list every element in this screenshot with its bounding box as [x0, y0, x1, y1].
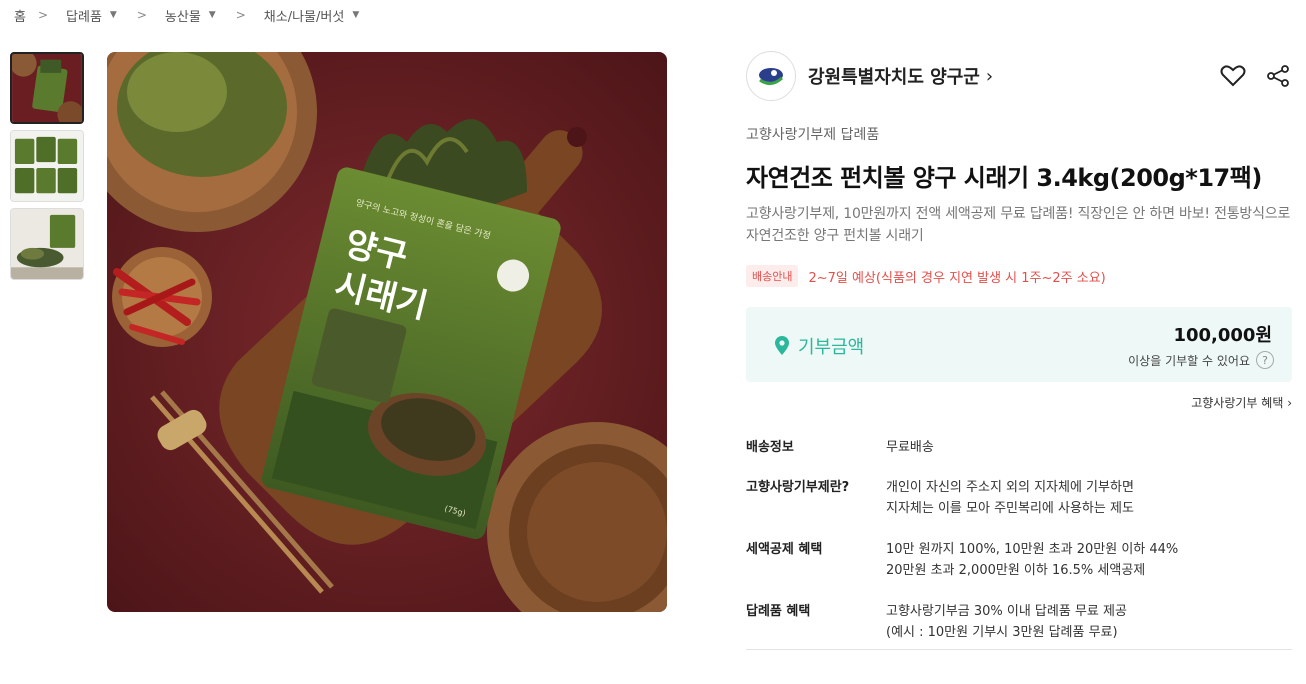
product-photo: 양구의 노고와 정성이 혼을 담은 가정 양구 시래기 (75g) [107, 52, 667, 612]
donation-amount: 100,000원 [1173, 325, 1272, 346]
info-row-definition: 고향사랑기부제란? 개인이 자신의 주소지 외의 지자체에 기부하면 지자체는 … [746, 477, 1292, 539]
divider [746, 649, 1292, 650]
info-key: 세액공제 혜택 [746, 542, 823, 557]
chevron-right-icon: › [1287, 396, 1292, 410]
seller-header: 강원특별자치도 양구군 › [746, 50, 1292, 102]
product-category: 고향사랑기부제 답례품 [746, 127, 880, 143]
info-key: 고향사랑기부제란? [746, 480, 850, 495]
shipping-notice: 배송안내 2~7일 예상(식품의 경우 지연 발생 시 1주~2주 소요) [746, 265, 1292, 287]
info-row-tax-benefit: 세액공제 혜택 10만 원까지 100%, 10만원 초과 20만원 이하 44… [746, 539, 1292, 601]
chevron-right-icon: › [985, 65, 994, 87]
region-logo-icon [759, 68, 784, 85]
breadcrumb: 홈 > 답례품 ▼ > 농산물 ▼ > 채소/나물/버섯 ▼ [14, 6, 379, 25]
breadcrumb-level3-label: 채소/나물/버섯 [263, 9, 345, 25]
donation-label: 기부금액 [774, 333, 864, 359]
info-value: 10만 원까지 100%, 10만원 초과 20만원 이하 44% 20만원 초… [886, 539, 1178, 601]
location-pin-icon [775, 336, 789, 355]
thumbnail-list [10, 52, 84, 286]
product-actions [1220, 64, 1290, 88]
donation-benefit-link[interactable]: 고향사랑기부 혜택 › [746, 394, 1292, 411]
product-thumbnail-image [11, 131, 83, 201]
donation-benefit-link-label: 고향사랑기부 혜택 [1191, 396, 1284, 410]
product-thumbnail-image [11, 209, 83, 279]
info-key: 배송정보 [746, 440, 794, 455]
caret-down-icon: ▼ [109, 10, 117, 20]
donation-box: 기부금액 100,000원 이상을 기부할 수 있어요 ? [746, 307, 1292, 382]
info-row-shipping: 배송정보 무료배송 [746, 437, 1292, 477]
seller-logo[interactable] [746, 51, 796, 101]
info-value-line: 지자체는 이를 모아 주민복리에 사용하는 제도 [886, 501, 1134, 516]
product-thumbnail-image [12, 54, 82, 122]
info-value-line: 무료배송 [886, 440, 934, 455]
heart-icon[interactable] [1220, 64, 1246, 88]
breadcrumb-level3[interactable]: 채소/나물/버섯 ▼ [264, 6, 379, 25]
product-description: 고향사랑기부제, 10만원까지 전액 세액공제 무료 답례품! 직장인은 안 하… [746, 206, 1291, 244]
breadcrumb-level2-label: 농산물 [164, 9, 201, 25]
info-value-line: 20만원 초과 2,000만원 이하 16.5% 세액공제 [886, 563, 1146, 578]
product-main-image: 양구의 노고와 정성이 혼을 담은 가정 양구 시래기 (75g) [107, 52, 667, 612]
caret-down-icon: ▼ [352, 10, 360, 20]
breadcrumb-home[interactable]: 홈 [14, 6, 26, 25]
info-table: 배송정보 무료배송 고향사랑기부제란? 개인이 자신의 주소지 외의 지자체에 … [746, 437, 1292, 650]
share-icon[interactable] [1266, 64, 1290, 88]
chevron-right-icon: > [37, 8, 49, 22]
product-title: 자연건조 펀치볼 양구 시래기 3.4kg(200g*17팩) [746, 164, 1262, 192]
info-row-gift-benefit: 답례품 혜택 고향사랑기부금 30% 이내 답례품 무료 제공 (예시 : 10… [746, 601, 1292, 643]
donation-label-text: 기부금액 [798, 337, 865, 358]
info-value-line: 고향사랑기부금 30% 이내 답례품 무료 제공 [886, 604, 1127, 619]
info-value-line: 10만 원까지 100%, 10만원 초과 20만원 이하 44% [886, 542, 1179, 557]
caret-down-icon: ▼ [208, 10, 216, 20]
help-icon[interactable]: ? [1256, 351, 1274, 369]
info-value-line: 개인이 자신의 주소지 외의 지자체에 기부하면 [886, 480, 1134, 495]
chevron-right-icon: > [136, 8, 147, 22]
donation-note: 이상을 기부할 수 있어요 ? [1128, 351, 1274, 369]
info-key: 답례품 혜택 [746, 604, 811, 619]
shipping-badge: 배송안내 [746, 265, 799, 287]
thumbnail-3[interactable] [10, 208, 84, 280]
breadcrumb-level1[interactable]: 답례품 ▼ [66, 6, 137, 25]
seller-name-label: 강원특별자치도 양구군 [808, 67, 980, 88]
shipping-text: 2~7일 예상(식품의 경우 지연 발생 시 1주~2주 소요) [808, 270, 1106, 286]
donation-note-text: 이상을 기부할 수 있어요 [1128, 353, 1250, 368]
breadcrumb-level1-label: 답례품 [66, 9, 102, 25]
thumbnail-1[interactable] [10, 52, 84, 124]
chevron-right-icon: > [235, 8, 246, 22]
thumbnail-2[interactable] [10, 130, 84, 202]
info-value: 고향사랑기부금 30% 이내 답례품 무료 제공 (예시 : 10만원 기부시 … [886, 601, 1127, 643]
info-value-line: (예시 : 10만원 기부시 3만원 답례품 무료) [886, 625, 1118, 640]
breadcrumb-level2[interactable]: 농산물 ▼ [165, 6, 236, 25]
product-info-panel: 강원특별자치도 양구군 › 고향사랑기부제 답례품 자연건조 펀치볼 양구 시래… [746, 50, 1292, 650]
seller-link[interactable]: 강원특별자치도 양구군 › [808, 63, 993, 89]
info-value: 개인이 자신의 주소지 외의 지자체에 기부하면 지자체는 이를 모아 주민복리… [886, 477, 1134, 539]
info-value: 무료배송 [886, 437, 934, 477]
